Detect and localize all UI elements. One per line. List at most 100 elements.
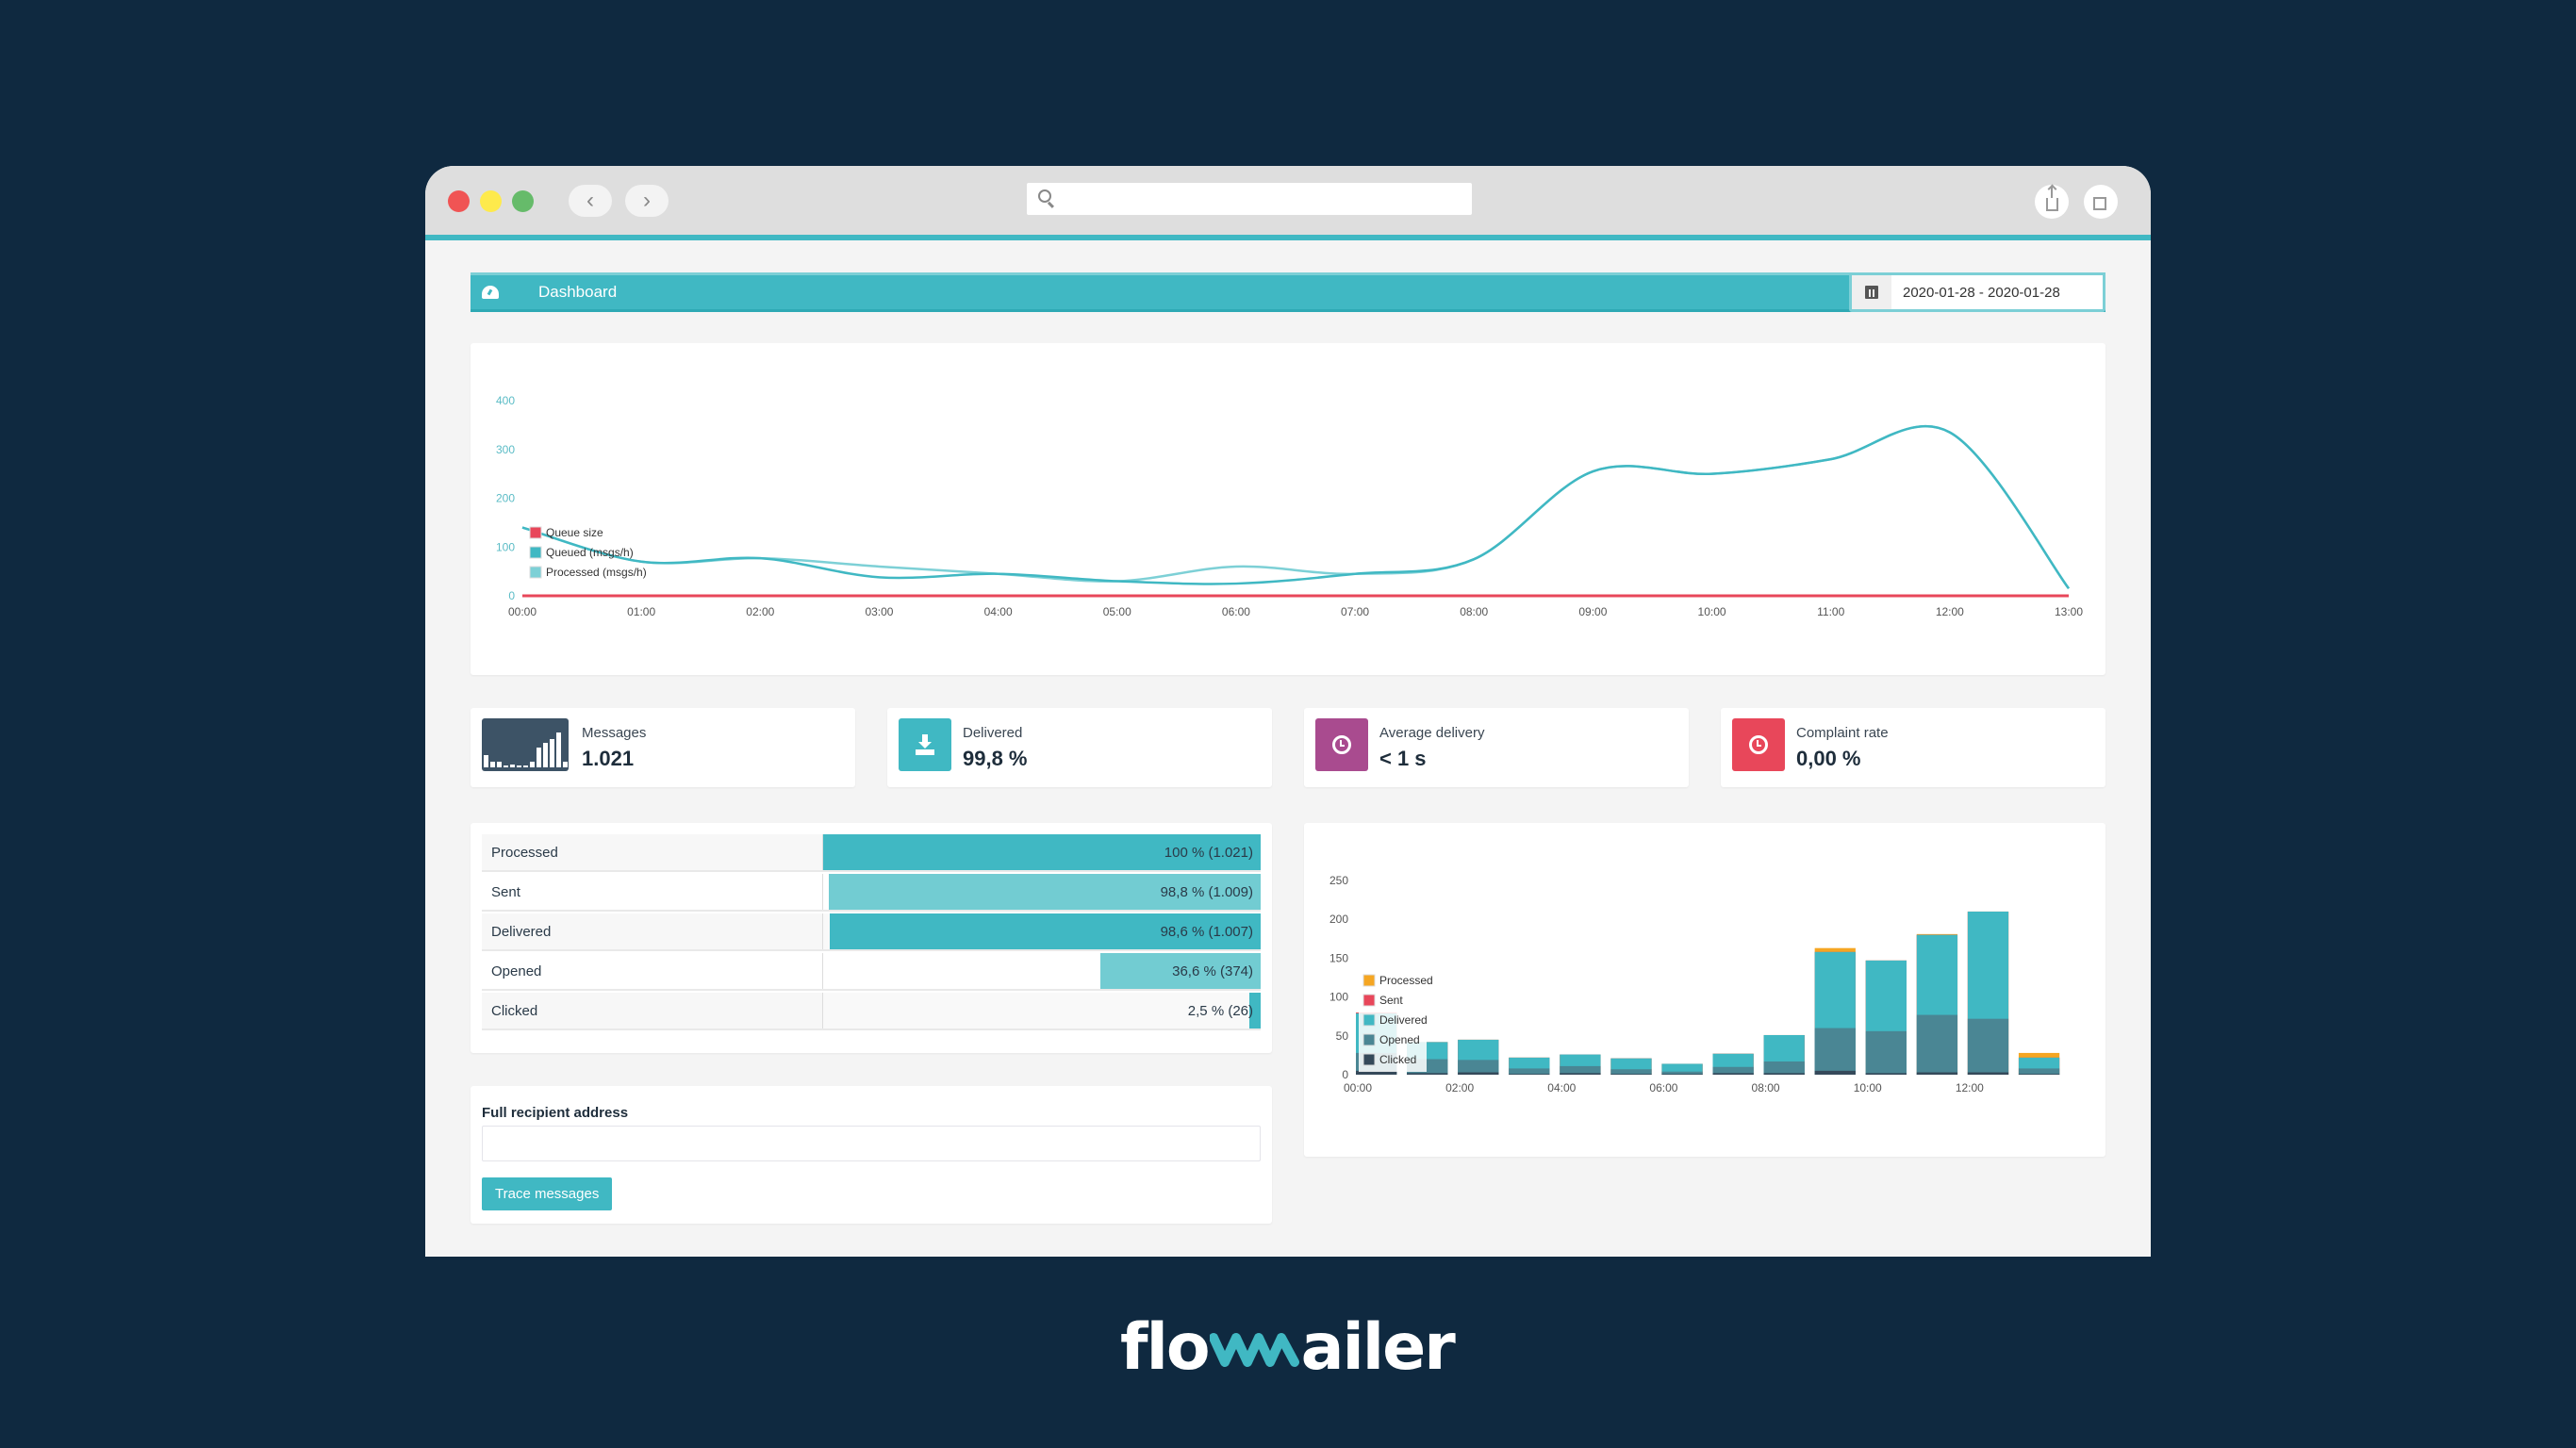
series-line-processed-msgs-h- — [521, 424, 2070, 589]
x-tick-label: 06:00 — [1222, 605, 1250, 618]
address-bar[interactable] — [1027, 183, 1472, 215]
funnel-value: 100 % (1.021) — [1164, 845, 1253, 861]
x-tick-label: 08:00 — [1752, 1081, 1780, 1094]
trace-messages-form: Full recipient address Trace messages — [471, 1086, 1272, 1224]
date-range-value: 2020-01-28 - 2020-01-28 — [1903, 284, 2060, 301]
bar-clicked-1300 — [2018, 1074, 2060, 1075]
funnel-label: Sent — [482, 874, 823, 910]
x-tick-label: 02:00 — [746, 605, 774, 618]
legend-label: Queue size — [546, 526, 603, 539]
bar-chart-icon — [482, 718, 569, 771]
bar-chart-svg: 0 50 100 150 200 250 00:00 02:00 04:00 06:00 08:00… — [1329, 874, 2060, 1094]
bar-chart-legend: Processed Sent Delivered Opened Clicked — [1359, 968, 1433, 1072]
forward-button[interactable]: › — [625, 185, 669, 217]
x-tick-label: 12:00 — [1956, 1081, 1984, 1094]
stat-label: Average delivery — [1379, 725, 1485, 741]
trace-messages-button[interactable]: Trace messages — [482, 1177, 613, 1210]
legend-swatch — [1362, 974, 1376, 987]
recipient-address-input[interactable] — [482, 1126, 1261, 1161]
hourly-stacked-bar-chart: 0 50 100 150 200 250 00:00 02:00 04:00 06:00 08:00… — [1304, 823, 2105, 1157]
y-tick-label: 200 — [496, 492, 515, 505]
x-tick-label: 00:00 — [1344, 1081, 1372, 1094]
address-input[interactable] — [1065, 189, 1461, 209]
legend-swatch — [1362, 1013, 1376, 1027]
legend-label: Clicked — [1379, 1053, 1416, 1066]
bar-clicked-1100 — [1916, 1072, 1958, 1075]
chevron-left-icon: ‹ — [586, 188, 594, 213]
logo-text-end: ailer — [1300, 1310, 1456, 1385]
tabs-button[interactable] — [2084, 185, 2118, 219]
funnel-row-delivered: Delivered 98,6 % (1.007) — [482, 913, 1261, 951]
legend-swatch — [529, 526, 542, 539]
y-tick-label: 400 — [496, 394, 515, 407]
legend-label: Sent — [1379, 994, 1403, 1007]
dashboard-header: Dashboard 2020-01-28 - 2020-01-28 — [471, 272, 2105, 312]
line-chart-legend: Queue size Queued (msgs/h) Processed (msgs… — [529, 526, 647, 579]
x-tick-label: 12:00 — [1936, 605, 1964, 618]
bar-clicked-0900 — [1814, 1070, 1856, 1075]
funnel-value: 2,5 % (26) — [1187, 1003, 1253, 1019]
funnel-row-opened: Opened 36,6 % (374) — [482, 953, 1261, 991]
line-chart-svg: 0 100 200 300 400 00:00 01:00 02:00 03:00 04:00 05… — [496, 394, 2083, 618]
recipient-address-label: Full recipient address — [482, 1105, 629, 1121]
x-tick-label: 10:00 — [1854, 1081, 1882, 1094]
bar-opened-1300 — [2018, 1068, 2060, 1075]
logo-wave-icon — [1209, 1332, 1299, 1367]
stat-card-delivered: Delivered 99,8 % — [887, 708, 1272, 787]
funnel-row-clicked: Clicked 2,5 % (26) — [482, 993, 1261, 1030]
minimize-window-button[interactable] — [480, 190, 502, 212]
stat-value: 0,00 % — [1796, 747, 1861, 770]
calendar-button[interactable] — [1852, 275, 1891, 309]
x-tick-label: 07:00 — [1341, 605, 1369, 618]
legend-label: Processed — [1379, 974, 1433, 987]
dashboard-gauge-icon — [482, 286, 499, 299]
stat-card-average-delivery: Average delivery < 1 s — [1304, 708, 1689, 787]
share-button[interactable] — [2035, 185, 2069, 219]
bar-clicked-0500 — [1610, 1074, 1652, 1075]
y-tick-label: 100 — [1329, 991, 1348, 1004]
bar-clicked-0100 — [1407, 1073, 1448, 1075]
dashboard-content: Dashboard 2020-01-28 - 2020-01-28 0 100 20… — [425, 240, 2151, 1257]
clock-icon — [1732, 718, 1785, 771]
y-tick-label: 50 — [1336, 1029, 1349, 1043]
logo-text-start: flo — [1120, 1310, 1211, 1385]
delivery-funnel: Processed 100 % (1.021) Sent 98,8 % (1.0… — [471, 823, 1272, 1053]
search-icon — [1038, 189, 1051, 203]
date-range-picker[interactable]: 2020-01-28 - 2020-01-28 — [1849, 272, 2105, 312]
x-tick-label: 00:00 — [508, 605, 537, 618]
x-tick-label: 10:00 — [1698, 605, 1726, 618]
back-button[interactable]: ‹ — [569, 185, 612, 217]
bar-clicked-0700 — [1712, 1073, 1754, 1075]
bar-clicked-0800 — [1763, 1073, 1805, 1075]
legend-label: Processed (msgs/h) — [546, 566, 647, 579]
bar-opened-0300 — [1509, 1068, 1550, 1075]
maximize-window-button[interactable] — [512, 190, 534, 212]
bar-clicked-0200 — [1458, 1072, 1499, 1075]
legend-swatch — [1362, 994, 1376, 1007]
bar-clicked-0300 — [1509, 1074, 1550, 1075]
x-tick-label: 04:00 — [1547, 1081, 1576, 1094]
bar-opened-0800 — [1763, 1061, 1805, 1075]
x-tick-label: 03:00 — [865, 605, 893, 618]
funnel-row-processed: Processed 100 % (1.021) — [482, 834, 1261, 872]
y-tick-label: 200 — [1329, 913, 1348, 926]
funnel-value: 98,6 % (1.007) — [1160, 924, 1253, 940]
legend-swatch — [1362, 1033, 1376, 1046]
stat-value: < 1 s — [1379, 747, 1427, 770]
bar-clicked-1200 — [1967, 1072, 2009, 1075]
stat-label: Complaint rate — [1796, 725, 1889, 741]
download-icon — [899, 718, 951, 771]
calendar-icon — [1865, 286, 1878, 299]
chevron-right-icon: › — [643, 188, 651, 213]
funnel-label: Delivered — [482, 913, 823, 949]
close-window-button[interactable] — [448, 190, 470, 212]
stat-card-messages: Messages 1.021 — [471, 708, 855, 787]
y-tick-label: 0 — [1342, 1068, 1348, 1081]
browser-window: ‹ › Dashboard 2020-01-28 - 2020-01-28 0 1… — [425, 166, 2151, 1257]
stat-label: Messages — [582, 725, 647, 741]
funnel-value: 98,8 % (1.009) — [1160, 884, 1253, 900]
clock-icon — [1315, 718, 1368, 771]
funnel-row-sent: Sent 98,8 % (1.009) — [482, 874, 1261, 912]
page-title: Dashboard — [538, 283, 618, 301]
funnel-label: Processed — [482, 834, 823, 870]
